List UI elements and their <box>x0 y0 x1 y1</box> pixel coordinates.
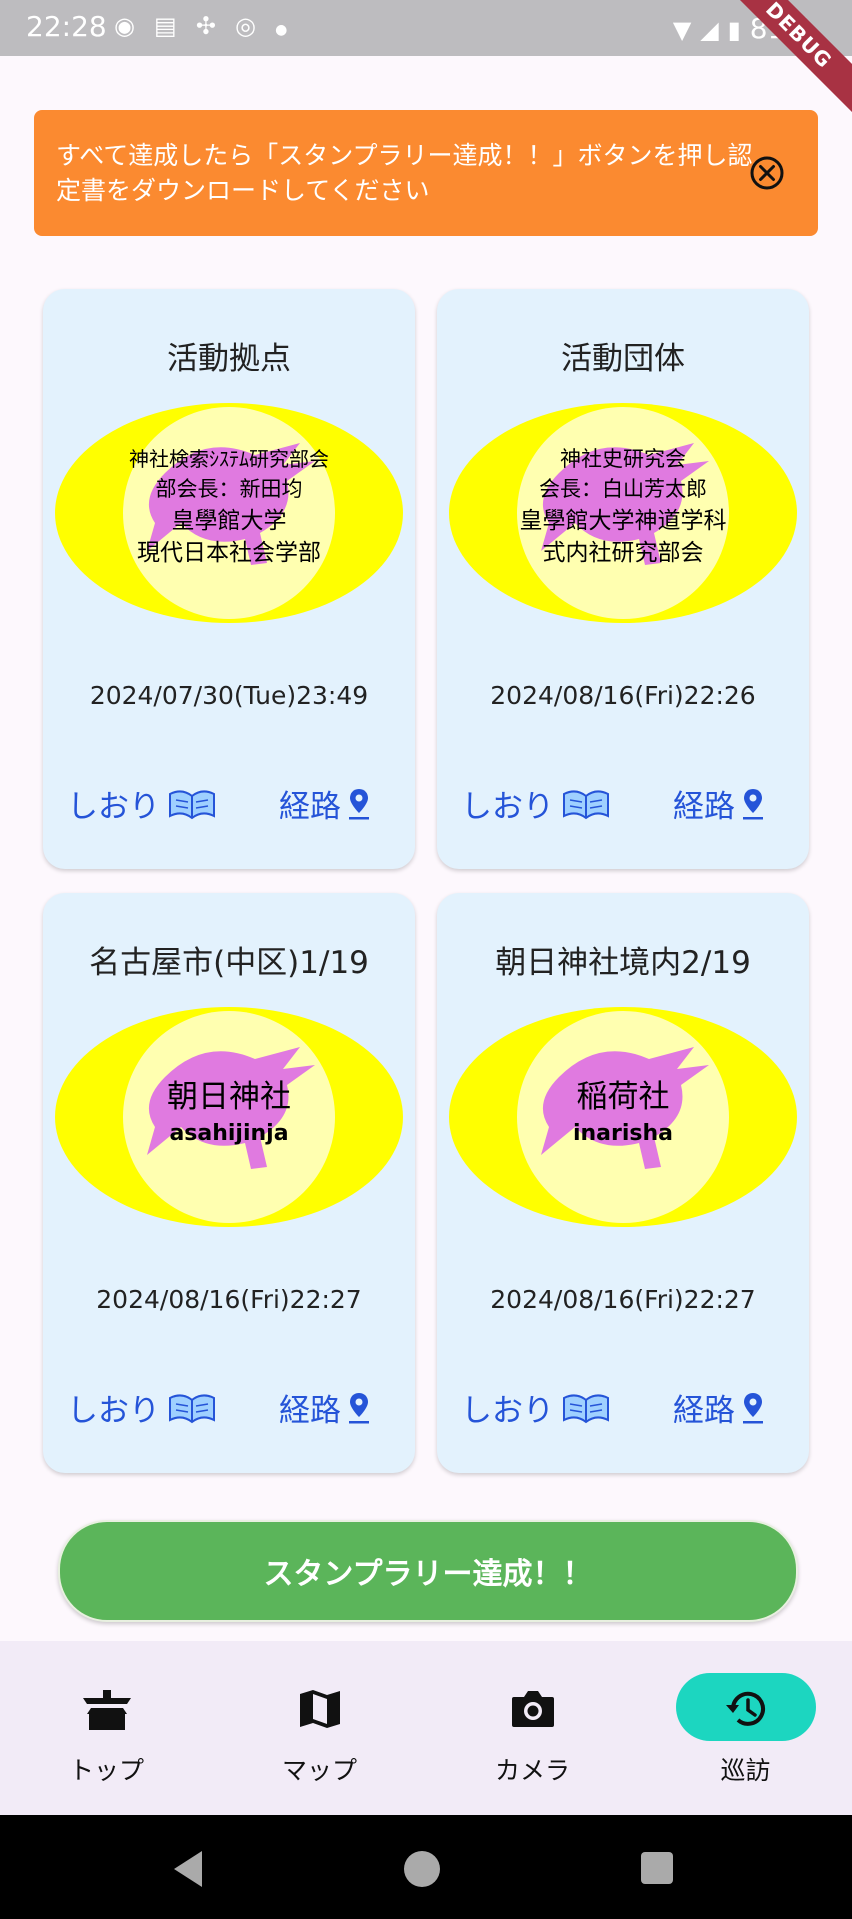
stamp-line-2: 会長：白山芳太郎 <box>539 477 707 501</box>
stamp-line-1: 神社検索ｼｽﾃﾑ研究部会 <box>129 447 329 471</box>
location-pin-icon <box>349 788 369 819</box>
stamp-line-1: 神社史研究会 <box>560 447 686 471</box>
stamp-card[interactable]: 朝日神社境内2/19 稲荷社 inarisha 2024/08/16(Fri)2… <box>437 893 809 1473</box>
banner-message: すべて達成したら「スタンプラリー達成！！」ボタンを押し認定書をダウンロードしてく… <box>56 141 753 205</box>
card-title: 活動団体 <box>561 341 685 377</box>
stamp-line-2: 部会長：新田均 <box>156 477 303 501</box>
stamp-image: 神社史研究会 会長：白山芳太郎 皇學館大学神道学科 式内社研究部会 <box>449 403 797 623</box>
route-link[interactable]: 経路 <box>279 781 371 826</box>
nav-item-top[interactable]: トップ <box>0 1641 213 1815</box>
bookmark-label: しおり <box>461 1393 554 1429</box>
app-icon: ◎ <box>235 12 256 40</box>
stamp-line-4: 式内社研究部会 <box>543 540 704 566</box>
stamp-card[interactable]: 活動拠点 神社検索ｼｽﾃﾑ研究部会 部会長：新田均 皇學館大学 現代日本社会学部… <box>43 289 415 869</box>
route-label: 経路 <box>279 1393 341 1429</box>
card-title: 名古屋市(中区)1/19 <box>89 945 369 981</box>
visit-date: 2024/08/16(Fri)22:27 <box>96 1285 362 1314</box>
messenger-icon: ◉ <box>114 12 135 40</box>
route-link[interactable]: 経路 <box>279 1385 371 1430</box>
nav-label: マップ <box>281 1756 357 1785</box>
home-icon[interactable] <box>402 1849 442 1889</box>
route-label: 経路 <box>279 789 341 825</box>
bookmark-label: しおり <box>461 789 554 825</box>
bookmark-link[interactable]: しおり <box>461 781 612 826</box>
route-label: 経路 <box>673 1393 735 1429</box>
book-icon <box>169 789 215 819</box>
status-time: 22:28 <box>26 10 107 43</box>
stamp-name: 朝日神社 <box>167 1079 291 1115</box>
stamp-line-4: 現代日本社会学部 <box>137 540 321 566</box>
book-icon <box>563 1393 609 1423</box>
bookmark-label: しおり <box>67 789 160 825</box>
camera-icon <box>505 1681 561 1737</box>
route-link[interactable]: 経路 <box>673 1385 765 1430</box>
stamp-image: 朝日神社 asahijinja <box>55 1007 403 1227</box>
slack-icon: ✣ <box>195 12 216 40</box>
nav-label: 巡訪 <box>720 1756 771 1785</box>
info-banner: すべて達成したら「スタンプラリー達成！！」ボタンを押し認定書をダウンロードしてく… <box>34 110 818 236</box>
stamp-card[interactable]: 名古屋市(中区)1/19 朝日神社 asahijinja 2024/08/16(… <box>43 893 415 1473</box>
nav-item-camera[interactable]: カメラ <box>426 1641 639 1815</box>
history-icon <box>718 1681 774 1737</box>
stamp-romaji: inarisha <box>573 1121 673 1146</box>
nav-item-history[interactable]: 巡訪 <box>639 1641 852 1815</box>
back-icon[interactable] <box>170 1849 206 1889</box>
visit-date: 2024/07/30(Tue)23:49 <box>89 681 369 710</box>
bookmark-label: しおり <box>67 1393 160 1429</box>
stamp-line-3: 皇學館大学神道学科 <box>520 508 727 534</box>
battery-icon: ▮ <box>727 16 741 44</box>
nav-item-map[interactable]: マップ <box>213 1641 426 1815</box>
bottom-nav: トップ マップ カメラ 巡訪 <box>0 1641 852 1815</box>
visit-date: 2024/08/16(Fri)22:26 <box>490 681 756 710</box>
stamp-card[interactable]: 活動団体 神社史研究会 会長：白山芳太郎 皇學館大学神道学科 式内社研究部会 2… <box>437 289 809 869</box>
stamp-line-3: 皇學館大学 <box>172 508 287 534</box>
location-pin-icon <box>743 1392 763 1423</box>
recents-icon[interactable] <box>640 1851 674 1885</box>
card-title: 活動拠点 <box>167 341 291 377</box>
nav-label: カメラ <box>494 1756 570 1785</box>
route-label: 経路 <box>673 789 735 825</box>
bookmark-link[interactable]: しおり <box>67 1385 218 1430</box>
bookmark-link[interactable]: しおり <box>67 781 218 826</box>
nav-label: トップ <box>68 1756 144 1785</box>
stamp-name: 稲荷社 <box>577 1079 670 1115</box>
close-circle-icon[interactable] <box>748 154 786 192</box>
bookmark-link[interactable]: しおり <box>461 1385 612 1430</box>
wifi-icon: ▼ <box>672 16 692 44</box>
visit-date: 2024/08/16(Fri)22:27 <box>490 1285 756 1314</box>
system-nav-bar <box>0 1815 852 1919</box>
shrine-icon <box>79 1681 135 1737</box>
card-title: 朝日神社境内2/19 <box>495 945 751 981</box>
location-pin-icon <box>743 788 763 819</box>
book-icon <box>169 1393 215 1423</box>
map-icon <box>292 1681 348 1737</box>
signal-icon: ◢ <box>700 16 719 44</box>
book-icon <box>563 789 609 819</box>
route-link[interactable]: 経路 <box>673 781 765 826</box>
location-pin-icon <box>349 1392 369 1423</box>
stamp-image: 稲荷社 inarisha <box>449 1007 797 1227</box>
stamp-romaji: asahijinja <box>169 1121 288 1146</box>
status-bar: 22:28 ◉ ▤ ✣ ◎ ● ▼ ◢ ▮ 81% DEBUG <box>0 0 852 122</box>
sim-icon: ▤ <box>154 12 177 40</box>
achieve-button[interactable]: スタンプラリー達成！！ <box>58 1520 798 1622</box>
notification-icons: ◉ ▤ ✣ ◎ ● <box>114 12 301 42</box>
stamp-image: 神社検索ｼｽﾃﾑ研究部会 部会長：新田均 皇學館大学 現代日本社会学部 <box>55 403 403 623</box>
dot-icon: ● <box>275 22 288 38</box>
